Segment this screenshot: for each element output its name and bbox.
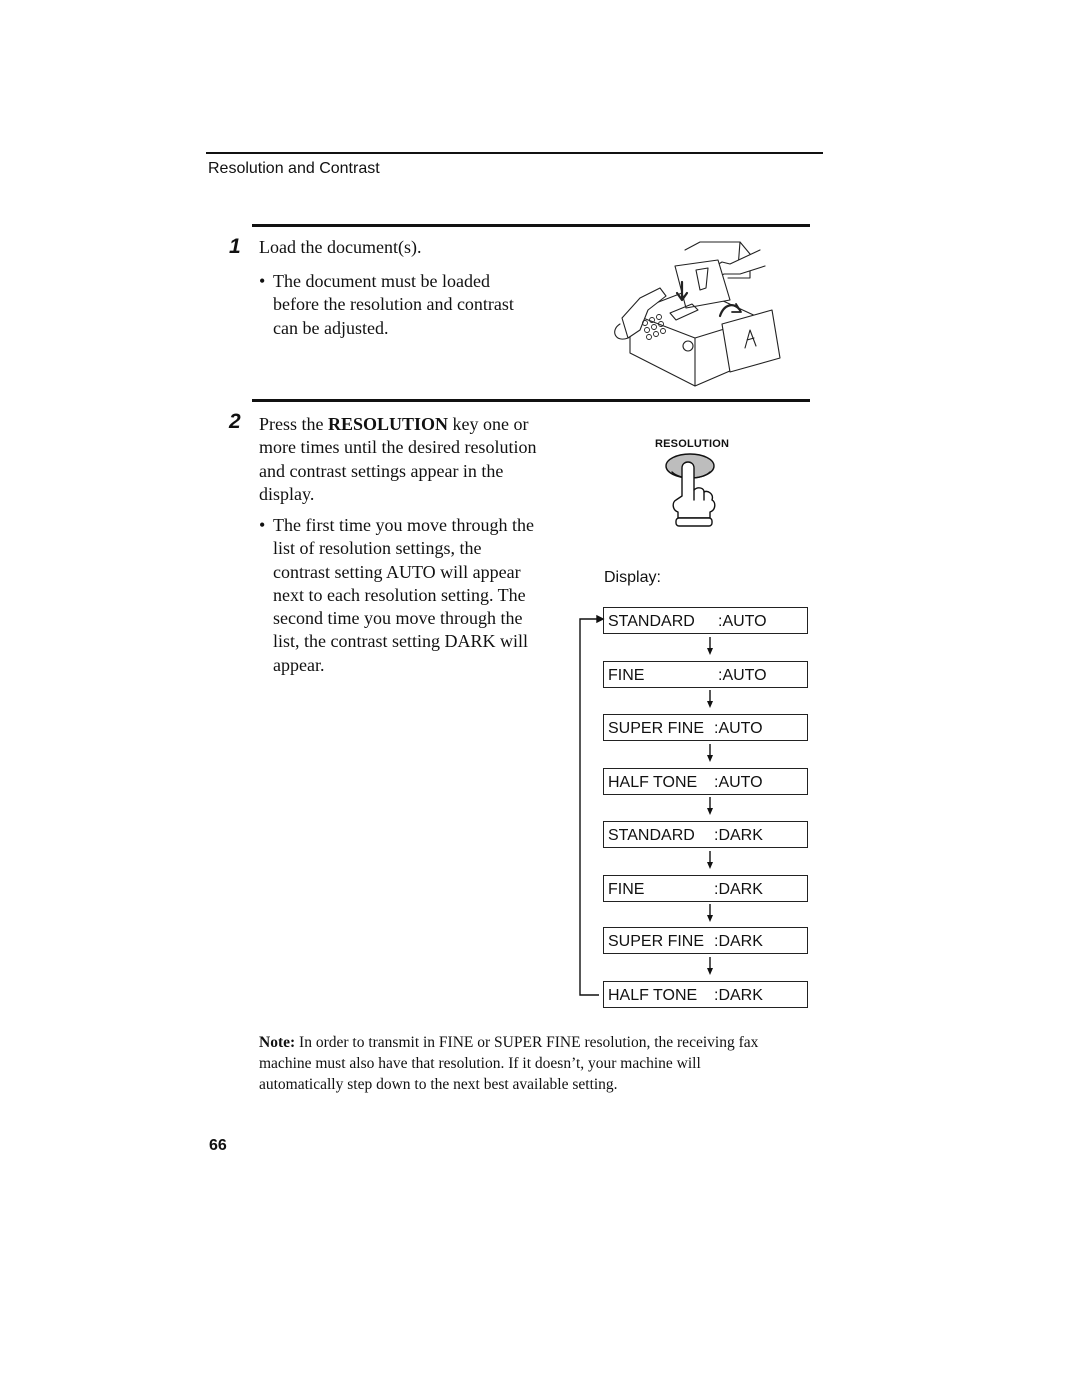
display-contrast: :AUTO <box>718 613 767 630</box>
down-arrow-icon <box>707 690 713 708</box>
step-1-bullet: • The document must be loaded before the… <box>259 270 573 340</box>
step-1-number: 1 <box>229 235 241 258</box>
instruction-line: Press the RESOLUTION key one or <box>259 413 579 436</box>
display-contrast: :DARK <box>714 987 763 1004</box>
step-1-instruction: Load the document(s). <box>259 237 422 257</box>
instruction-text: key one or <box>448 414 529 434</box>
step-1-rule <box>252 224 810 227</box>
bullet-line: before the resolution and contrast <box>273 294 514 315</box>
down-arrow-icon <box>707 637 713 655</box>
instruction-line: more times until the desired resolution <box>259 437 537 458</box>
display-entry: STANDARD :AUTO <box>603 607 808 634</box>
display-entry: SUPER FINE :DARK <box>603 927 808 954</box>
display-entry: STANDARD :DARK <box>603 821 808 848</box>
display-entry: HALF TONE :AUTO <box>603 768 808 795</box>
display-resolution: STANDARD <box>608 827 695 844</box>
note-text: In order to transmit in FINE or SUPER FI… <box>259 1034 759 1093</box>
display-resolution: STANDARD <box>608 613 695 630</box>
resolution-key-name: RESOLUTION <box>328 414 449 434</box>
down-arrow-icon <box>707 904 713 922</box>
bullet-line: list, the contrast setting DARK will <box>273 631 528 652</box>
header-rule <box>206 152 823 154</box>
display-resolution: SUPER FINE <box>608 933 705 950</box>
down-arrow-icon <box>707 744 713 762</box>
instruction-text: Press the <box>259 414 328 434</box>
display-resolution: HALF TONE <box>608 774 698 791</box>
display-resolution: FINE <box>608 667 645 684</box>
display-contrast: :AUTO <box>714 720 763 737</box>
display-entry: FINE :DARK <box>603 875 808 902</box>
display-contrast: :DARK <box>714 827 763 844</box>
bullet-line: The first time you move through the <box>273 515 534 535</box>
display-contrast: :AUTO <box>718 667 767 684</box>
resolution-key-label: RESOLUTION <box>655 438 730 450</box>
down-arrow-icon <box>707 957 713 975</box>
display-resolution: SUPER FINE <box>608 720 705 737</box>
fax-machine-illustration <box>614 241 781 387</box>
step-2-rule <box>252 399 810 402</box>
down-arrow-icon <box>707 797 713 815</box>
display-resolution: HALF TONE <box>608 987 698 1004</box>
display-contrast: :DARK <box>714 881 763 898</box>
display-resolution: FINE <box>608 881 645 898</box>
instruction-line: and contrast settings appear in the <box>259 460 504 481</box>
down-arrow-icon <box>707 851 713 869</box>
display-entry: HALF TONE :DARK <box>603 981 808 1008</box>
step-2-instruction: Press the RESOLUTION key one or more tim… <box>259 413 579 506</box>
display-contrast: :DARK <box>714 933 763 950</box>
bullet-line: next to each resolution setting. The <box>273 584 526 605</box>
bullet-line: second time you move through the <box>273 608 523 629</box>
bullet-line: contrast setting AUTO will appear <box>273 561 521 582</box>
finger-pressing-key-icon <box>665 453 716 527</box>
step-2-bullet: • The first time you move through the li… <box>259 514 573 677</box>
bullet-icon: • <box>259 515 266 535</box>
display-entry: SUPER FINE :AUTO <box>603 714 808 741</box>
bullet-line: list of resolution settings, the <box>273 538 482 559</box>
display-label: Display: <box>604 569 661 586</box>
bullet-line: The document must be loaded <box>273 271 490 291</box>
bullet-line: appear. <box>273 654 325 675</box>
note: Note: In order to transmit in FINE or SU… <box>259 1032 789 1095</box>
note-label: Note: <box>259 1034 296 1051</box>
section-title: Resolution and Contrast <box>208 160 380 177</box>
display-entry: FINE :AUTO <box>603 661 808 688</box>
display-contrast: :AUTO <box>714 774 763 791</box>
bullet-line: can be adjusted. <box>273 317 389 338</box>
bullet-icon: • <box>259 271 266 291</box>
page-number: 66 <box>209 1137 227 1154</box>
instruction-line: display. <box>259 483 315 504</box>
step-2-number: 2 <box>229 410 241 433</box>
